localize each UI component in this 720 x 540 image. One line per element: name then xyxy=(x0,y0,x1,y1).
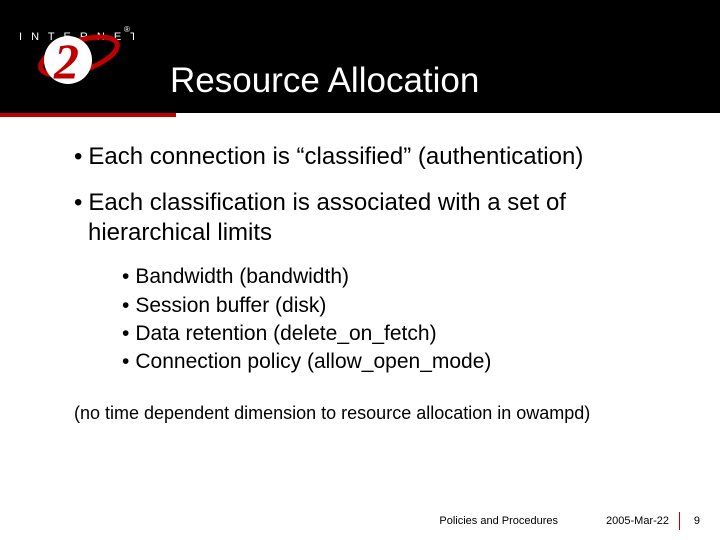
footer-date: 2005-Mar-22 xyxy=(606,515,669,527)
bullet-text: Each connection is “classified” (authent… xyxy=(88,143,583,170)
accent-rule xyxy=(0,113,176,117)
bullet-dot-icon xyxy=(122,294,135,317)
footer-page-number: 9 xyxy=(690,515,700,527)
sub-bullet-list: Bandwidth (bandwidth) Session buffer (di… xyxy=(122,263,664,376)
content-area: Each connection is “classified” (authent… xyxy=(74,142,664,424)
sub-bullet-text: Bandwidth (bandwidth) xyxy=(135,265,349,288)
bullet-item: Each classification is associated with a… xyxy=(74,188,664,248)
sub-bullet-item: Connection policy (allow_open_mode) xyxy=(122,348,664,376)
sub-bullet-item: Data retention (delete_on_fetch) xyxy=(122,320,664,348)
sub-bullet-text: Data retention (delete_on_fetch) xyxy=(135,322,436,345)
footer: Policies and Procedures 2005-Mar-22 9 xyxy=(439,512,700,530)
header-bar: I N T E R N E T ® 2 Resource Allocation xyxy=(0,0,720,113)
note-text: (no time dependent dimension to resource… xyxy=(74,403,664,424)
bullet-dot-icon xyxy=(122,265,135,288)
slide: I N T E R N E T ® 2 Resource Allocation … xyxy=(0,0,720,540)
bullet-dot-icon xyxy=(122,322,135,345)
bullet-text: Each classification is associated with a… xyxy=(88,189,566,246)
page-title: Resource Allocation xyxy=(170,61,479,101)
sub-bullet-text: Connection policy (allow_open_mode) xyxy=(135,350,491,373)
bullet-dot-icon xyxy=(74,189,88,216)
footer-label: Policies and Procedures xyxy=(439,515,558,527)
logo-registered-icon: ® xyxy=(124,25,130,34)
bullet-dot-icon xyxy=(74,143,88,170)
bullet-dot-icon xyxy=(122,350,135,373)
sub-bullet-item: Bandwidth (bandwidth) xyxy=(122,263,664,291)
sub-bullet-item: Session buffer (disk) xyxy=(122,292,664,320)
sub-bullet-text: Session buffer (disk) xyxy=(135,294,326,317)
internet2-logo: I N T E R N E T ® 2 xyxy=(16,12,134,104)
footer-separator xyxy=(679,512,680,530)
logo-numeral-icon: 2 xyxy=(53,33,79,89)
bullet-item: Each connection is “classified” (authent… xyxy=(74,142,664,172)
